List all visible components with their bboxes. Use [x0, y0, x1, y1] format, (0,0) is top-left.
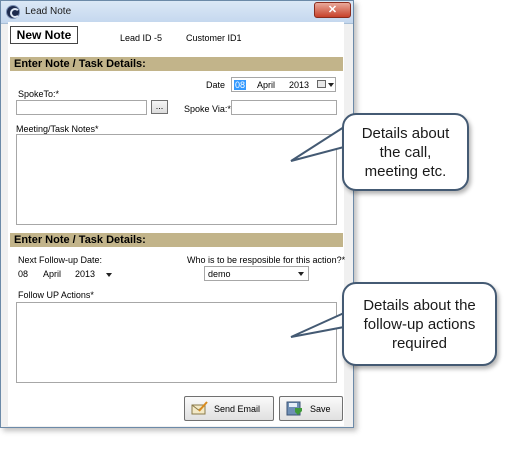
date-label: Date: [206, 80, 226, 90]
notes-label: Meeting/Task Notes*: [16, 124, 99, 134]
callout-pointer: [290, 125, 345, 162]
spoke-to-input[interactable]: [16, 100, 147, 115]
callout-bottom-line-1: Details about the: [363, 296, 476, 314]
chevron-down-icon[interactable]: [106, 273, 112, 277]
window-title: Lead Note: [25, 6, 72, 17]
lead-id-label: Lead ID -5: [120, 33, 163, 43]
callout-bottom-line-3: required: [391, 334, 448, 352]
send-email-button[interactable]: Send Email: [184, 396, 274, 421]
close-button[interactable]: ✕: [314, 2, 351, 18]
page-title: New Note: [10, 26, 78, 44]
customer-id-label: Customer ID1: [186, 33, 242, 43]
followup-day[interactable]: 08: [18, 269, 28, 279]
spoke-via-input[interactable]: [231, 100, 337, 115]
followup-actions-label: Follow UP Actions*: [18, 290, 94, 300]
followup-date-picker[interactable]: 08 April 2013: [16, 266, 115, 281]
callout-top-line-1: Details about: [361, 124, 450, 142]
section-header-followup: Enter Note / Task Details:: [10, 233, 343, 247]
callout-top-line-3: meeting etc.: [364, 162, 447, 180]
calendar-icon[interactable]: [317, 80, 326, 88]
spoke-via-label: Spoke Via:*: [184, 104, 231, 114]
save-button[interactable]: Save: [279, 396, 343, 421]
envelope-pen-icon: [191, 401, 208, 415]
date-picker[interactable]: 08 April 2013: [231, 77, 336, 92]
responsible-label: Who is to be resposible for this action?…: [187, 255, 346, 265]
followup-month[interactable]: April: [43, 269, 61, 279]
date-day[interactable]: 08: [234, 80, 247, 90]
followup-date-label: Next Follow-up Date:: [18, 255, 103, 265]
callout-followup-details: Details about the follow-up actions requ…: [342, 282, 497, 366]
title-bar[interactable]: Lead Note ✕: [1, 1, 353, 24]
callout-bottom-line-2: follow-up actions: [363, 315, 476, 333]
callout-pointer: [290, 311, 345, 338]
date-month[interactable]: April: [257, 80, 275, 90]
save-label: Save: [310, 404, 331, 414]
chevron-down-icon[interactable]: [328, 83, 334, 87]
section-header-note: Enter Note / Task Details:: [10, 57, 343, 71]
followup-year[interactable]: 2013: [75, 269, 95, 279]
send-email-label: Send Email: [214, 404, 261, 414]
spoke-to-label: SpokeTo:*: [18, 89, 60, 99]
responsible-value: demo: [208, 269, 231, 279]
callout-top-line-2: the call,: [379, 143, 432, 161]
save-icon: [286, 401, 302, 416]
responsible-select[interactable]: demo: [204, 266, 309, 281]
callout-call-details: Details about the call, meeting etc.: [342, 113, 469, 191]
date-year[interactable]: 2013: [289, 80, 309, 90]
chevron-down-icon[interactable]: [298, 272, 304, 276]
app-icon: [6, 5, 20, 19]
browse-contact-button[interactable]: ...: [151, 100, 168, 114]
